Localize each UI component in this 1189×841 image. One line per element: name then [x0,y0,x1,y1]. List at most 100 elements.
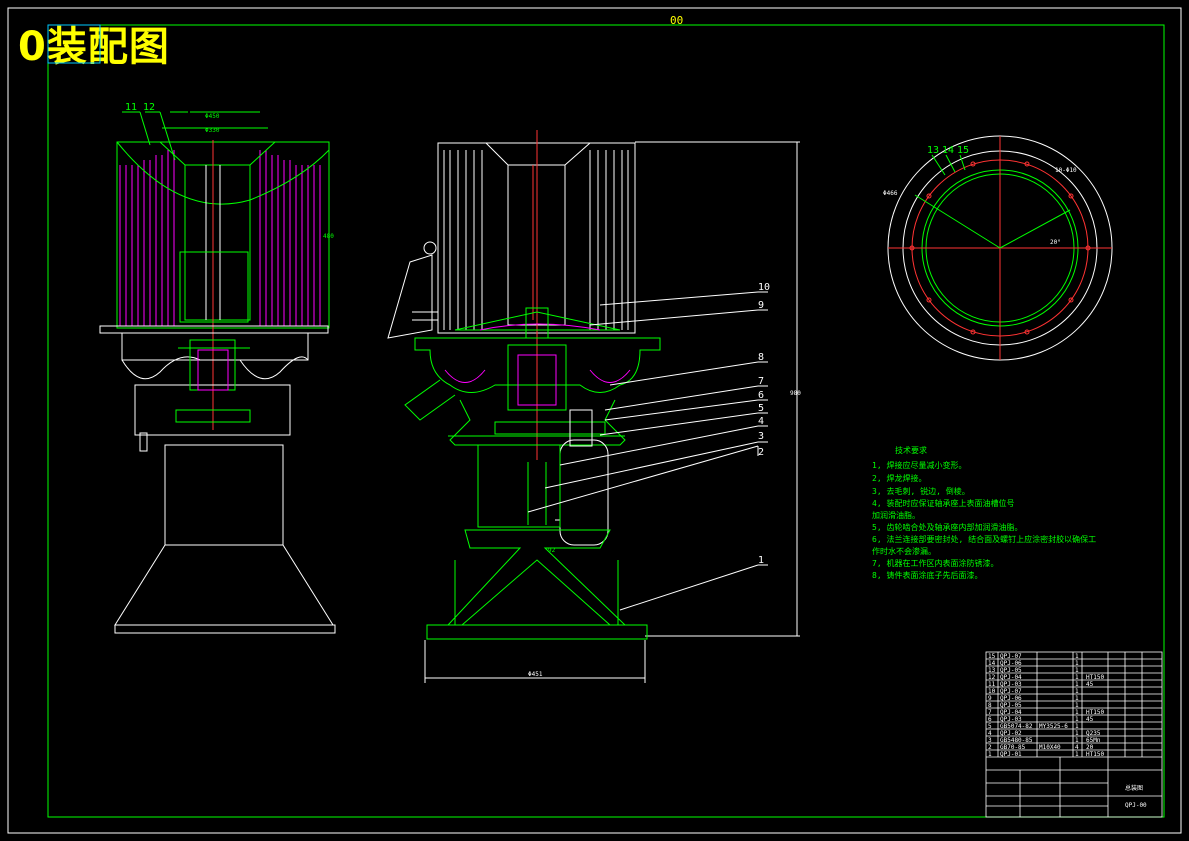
bom-rows: 15 QPJ-07 114 QPJ-06 113 QPJ-05 112 QPJ-04 1 HT15… [988,653,1104,758]
bom-cell-no: 10 [988,688,996,695]
tech-req-item: 8, 铸件表面涂底子先后面漆。 [872,570,982,580]
callouts-left [122,111,176,161]
bom-cell-code: QPJ-04 [1000,709,1022,716]
tech-req-item: 2, 焊龙焊接。 [872,473,926,483]
title-block-no: QPJ-00 [1125,802,1147,809]
bom-cell-code: QPJ-05 [1000,702,1022,709]
svg-text:480: 480 [323,233,334,240]
bom-cell-qty: 1 [1075,688,1079,695]
bom-cell-no: 5 [988,723,992,730]
bom-cell-no: 14 [988,660,996,667]
svg-text:10-Φ10: 10-Φ10 [1055,167,1077,174]
bom-cell-no: 2 [988,744,992,751]
bom-cell-no: 4 [988,730,992,737]
side-view: Φ450 Φ330 480 [99,111,336,634]
bom-cell-code: QPJ-06 [1000,660,1022,667]
bom-cell-no: 3 [988,737,992,744]
bom-cell-code: QPJ-03 [1000,716,1022,723]
tech-req-item: 5, 齿轮啮合处及轴承座内部加润滑油脂。 [872,522,1022,532]
tech-req-heading: 技术要求 [895,445,927,455]
bom-cell-code: QPJ-05 [1000,667,1022,674]
callout-3: 3 [758,431,764,442]
bom-cell-qty: 1 [1075,681,1079,688]
callout-5: 5 [758,403,764,414]
callout-15: 15 [957,145,969,156]
bom-cell-code: QPJ-07 [1000,653,1022,660]
bom-cell-qty: 1 [1075,716,1079,723]
callout-10: 10 [758,282,770,293]
bom-cell-qty: 1 [1075,667,1079,674]
callout-8: 8 [758,352,764,363]
bom-cell-qty: 1 [1075,674,1079,681]
bom-cell-qty: 4 [1075,744,1079,751]
title-box [47,24,101,64]
svg-text:92: 92 [548,547,556,554]
bom-cell-no: 12 [988,674,996,681]
callout-6: 6 [758,390,764,401]
svg-text:Φ466: Φ466 [883,190,898,197]
bom-cell-material: HT150 [1086,674,1104,681]
bom-cell-material: Q235 [1086,730,1101,737]
bom-cell-no: 9 [988,695,992,702]
bom-cell-no: 7 [988,709,992,716]
callout-13: 13 [927,145,939,156]
bom-cell-qty: 1 [1075,660,1079,667]
bom-cell-code: QPJ-06 [1000,695,1022,702]
bom-cell-code: QPJ-07 [1000,688,1022,695]
bom-cell-qty: 1 [1075,702,1079,709]
bom-cell-code: GB5480-85 [1000,737,1033,744]
top-view: 20° Φ466 10-Φ10 [883,135,1113,361]
bom-cell-material: 65Mn [1086,737,1101,744]
bom-cell-code: QPJ-01 [1000,751,1022,758]
callouts-main [527,291,768,611]
bom-cell-material: HT150 [1086,709,1104,716]
callout-7: 7 [758,376,764,387]
bom-cell-no: 1 [988,751,992,758]
bom-cell-name: M10X40 [1039,744,1061,751]
tech-req-item: 1, 焊接应尽量减小变形。 [872,460,966,470]
callout-11: 11 [125,102,137,113]
svg-text:Φ330: Φ330 [205,127,220,134]
bom-cell-no: 11 [988,681,996,688]
bom-cell-no: 13 [988,667,996,674]
bom-cell-qty: 1 [1075,730,1079,737]
bom-cell-code: GB70-85 [1000,744,1026,751]
bom-cell-code: QPJ-04 [1000,674,1022,681]
bom-cell-no: 15 [988,653,996,660]
bom-cell-code: QPJ-03 [1000,681,1022,688]
svg-text:980: 980 [790,390,801,397]
callout-2: 2 [758,447,764,458]
callout-12: 12 [143,102,155,113]
bom-cell-code: QPJ-02 [1000,730,1022,737]
callout-1: 1 [758,555,764,566]
callout-4: 4 [758,416,764,427]
section-view: 980 92 Φ451 [387,130,801,683]
callout-14: 14 [942,145,954,156]
bom-cell-no: 6 [988,716,992,723]
bom-cell-qty: 1 [1075,653,1079,660]
bom-cell-material: 20 [1086,744,1094,751]
assembly-drawing: Φ450 Φ330 480 11 12 980 92 Φ451 10 9 8 7… [7,7,1182,834]
svg-text:20°: 20° [1050,239,1061,246]
bom-cell-material: 45 [1086,716,1094,723]
tech-req-item: 4, 装配时应保证轴承座上表面油槽位号 [872,498,1014,508]
bom-cell-qty: 1 [1075,751,1079,758]
bom-cell-code: GB5074-82 [1000,723,1033,730]
bom-cell-material: 45 [1086,681,1094,688]
tech-req-item: 7, 机器在工作区内表面涂防锈漆。 [872,558,998,568]
bom-cell-qty: 1 [1075,695,1079,702]
callout-9: 9 [758,300,764,311]
svg-text:Φ451: Φ451 [528,671,543,678]
callouts-top [931,154,966,176]
bom-cell-qty: 1 [1075,737,1079,744]
tech-req-item: 作时水不会渗漏。 [872,546,936,556]
bom-cell-qty: 1 [1075,709,1079,716]
tech-req-item: 加润滑油脂。 [872,510,920,520]
bom-cell-no: 8 [988,702,992,709]
bom-cell-material: HT150 [1086,751,1104,758]
bom-cell-name: MY3525-6 [1039,723,1068,730]
svg-text:Φ450: Φ450 [205,113,220,120]
tech-req-item: 3, 去毛刺, 锐边, 倒棱。 [872,486,970,496]
bom-cell-qty: 1 [1075,723,1079,730]
tech-req-item: 6, 法兰连接部要密封处, 结合面及螺钉上应涂密封胶以确保工 [872,534,1096,544]
